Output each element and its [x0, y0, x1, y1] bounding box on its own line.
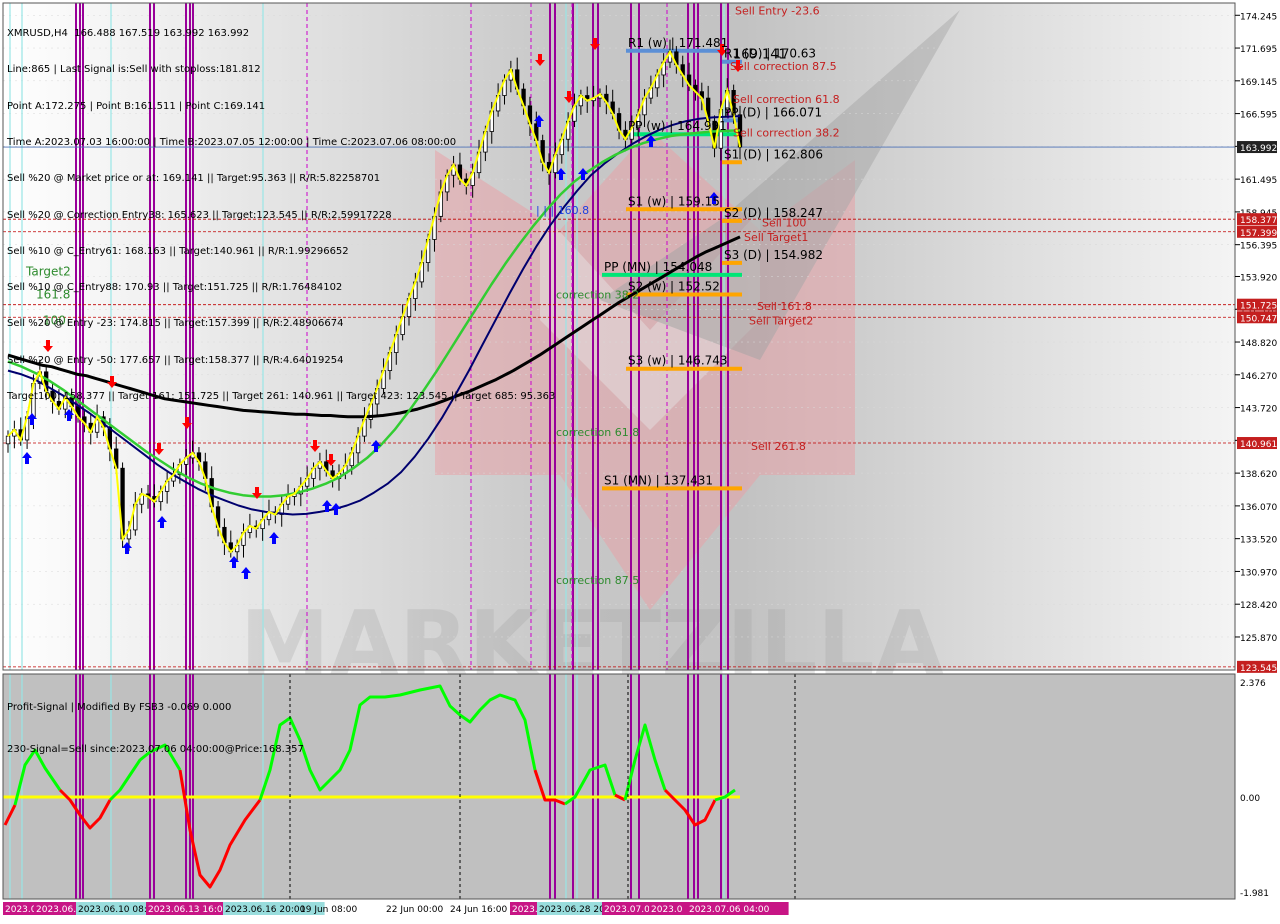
time-tick-label-10: 2023.07.0	[604, 905, 650, 915]
hud-line-entry-50: Sell %20 @ Entry -50: 177.657 || Target:…	[7, 354, 344, 366]
price-tag-label-6: 123.545	[1240, 664, 1277, 674]
price-axis-background	[1236, 0, 1280, 920]
time-tick-label-7: 24 Jun 16:00	[450, 905, 507, 915]
annotation-3: correction 38.2	[556, 289, 639, 302]
pivot-label-10: S3 (w) | 146.743	[628, 354, 728, 368]
hud-line-entry61: Sell %10 @ C_Entry61: 168.163 || Target:…	[7, 245, 349, 257]
hud-line-entry88: Sell %10 @ C_Entry88: 170.93 || Target:1…	[7, 282, 343, 294]
price-tick-label-8: 153.920	[1240, 273, 1277, 283]
annotation-8: Sell correction 61.8	[733, 93, 840, 106]
time-tick-label-12: 2023.07.06 04:00	[689, 905, 770, 915]
price-tick-label-18: 128.420	[1240, 601, 1277, 611]
hud-line-points: Point A:172.275 | Point B:161.511 | Poin…	[7, 100, 266, 112]
price-tag-label-2: 157.399	[1240, 229, 1277, 239]
hud-line-entry-23: Sell %20 @ Entry -23: 174.815 || Target:…	[7, 318, 344, 330]
price-tick-label-16: 133.520	[1240, 536, 1277, 546]
signal-info-panel: XMRUSD,H4 166.488 167.519 163.992 163.99…	[7, 4, 555, 427]
indicator-signal-text: 230-Signal=Sell since:2023.07.06 04:00:0…	[7, 744, 304, 755]
pivot-label-0: R1 (w) | 171.481	[628, 36, 728, 50]
time-tick-label-9: 2023.06.28 20	[539, 905, 605, 915]
price-tick-label-1: 171.695	[1240, 45, 1277, 55]
price-tag-label-1: 158.377	[1240, 216, 1277, 226]
price-tick-label-15: 136.070	[1240, 503, 1277, 513]
price-tag-label-0: 163.992	[1240, 144, 1277, 154]
pivot-label-4: S1 (D) | 162.806	[724, 147, 823, 161]
pivot-label-3: PP (w) | 164.991	[628, 119, 727, 133]
annotation-10: Sell 100	[762, 217, 806, 230]
candle-body-0	[5, 435, 11, 445]
annotation-11: Sell Target1	[744, 231, 808, 244]
time-tick-label-3: 2023.06.13 16:00	[148, 905, 229, 915]
annotation-12: Sell 161.8	[757, 300, 812, 313]
price-tag-label-5: 140.961	[1240, 440, 1277, 450]
price-tick-label-12: 143.720	[1240, 405, 1277, 415]
time-tick-label-4: 2023.06.16 20:00	[225, 905, 306, 915]
price-tick-label-5: 161.495	[1240, 176, 1277, 186]
time-tick-label-1: 2023.06.	[36, 905, 76, 915]
hud-line-market-entry: Sell %20 @ Market price or at: 169.141 |…	[7, 173, 381, 185]
pivot-label-9: S2 (w) | 152.52	[628, 279, 720, 293]
time-tick-label-11: 2023.0	[651, 905, 683, 915]
indicator-tick-label-0: 2.376	[1240, 679, 1266, 689]
pivot-label-7: S3 (D) | 154.982	[724, 248, 823, 262]
hud-line-entry38: Sell %20 @ Correction Entry38: 165.623 |…	[7, 209, 392, 221]
annotation-13: Sell Target2	[749, 314, 813, 327]
price-tick-label-2: 169.145	[1240, 78, 1277, 88]
price-tick-label-11: 146.270	[1240, 372, 1277, 382]
indicator-title: Profit-Signal | Modified By FSB3 -0.069 …	[7, 702, 232, 713]
indicator-header: Profit-Signal | Modified By FSB3 -0.069 …	[7, 678, 304, 786]
annotation-6: Sell Entry -23.6	[735, 5, 820, 18]
pivot-label-2: PP (D) | 166.071	[724, 105, 822, 119]
time-axis[interactable]: 2023.06.02023.06. 2023.06.10 08:002023.06…	[0, 900, 1280, 920]
price-tag-label-3: 151.725	[1240, 302, 1277, 312]
price-axis[interactable]: 174.245171.695169.145166.595164.045161.4…	[1235, 0, 1280, 920]
price-tag-label-4: 150.747	[1240, 314, 1277, 324]
hud-line-symbol: XMRUSD,H4 166.488 167.519 163.992 163.99…	[7, 28, 250, 40]
hud-line-targets: Target100: 158.377 || Target 161: 151.72…	[7, 391, 556, 402]
annotation-14: Sell 261.8	[751, 440, 806, 453]
time-tick-label-5: 19 Jun 08:00	[300, 905, 357, 915]
pivot-label-5: S1 (w) | 159.15	[628, 194, 720, 208]
annotation-4: correction 61.8	[556, 426, 639, 439]
hud-line-signal: Line:865 | Last Signal is:Sell with stop…	[7, 64, 261, 76]
pivot-label-8: PP (MN) | 154.048	[604, 260, 712, 274]
indicator-tick-label-1: 0.00	[1240, 794, 1260, 804]
price-tick-label-14: 138.620	[1240, 470, 1277, 480]
price-tick-label-19: 125.870	[1240, 634, 1277, 644]
annotation-9: Sell correction 38.2	[733, 127, 840, 140]
price-tick-label-3: 166.595	[1240, 111, 1277, 121]
indicator-tick-label-2: -1.981	[1240, 889, 1269, 899]
annotation-5: correction 87.5	[556, 574, 639, 587]
price-tick-label-0: 174.245	[1240, 12, 1277, 22]
time-tick-label-6: 22 Jun 00:00	[386, 905, 443, 915]
pivot-label-11: S1 (MN) | 137.431	[604, 473, 713, 487]
price-tick-label-7: 156.395	[1240, 242, 1277, 252]
annotation-16: 169.141	[733, 47, 787, 62]
hud-line-times: Time A:2023.07.03 16:00:00 | Time B:2023…	[7, 137, 457, 149]
price-tick-label-17: 130.970	[1240, 568, 1277, 578]
chart-window[interactable]: MARKETZILLA R1 (w) | 171.481R1 (D) | 170…	[0, 0, 1280, 920]
price-tick-label-10: 148.820	[1240, 339, 1277, 349]
